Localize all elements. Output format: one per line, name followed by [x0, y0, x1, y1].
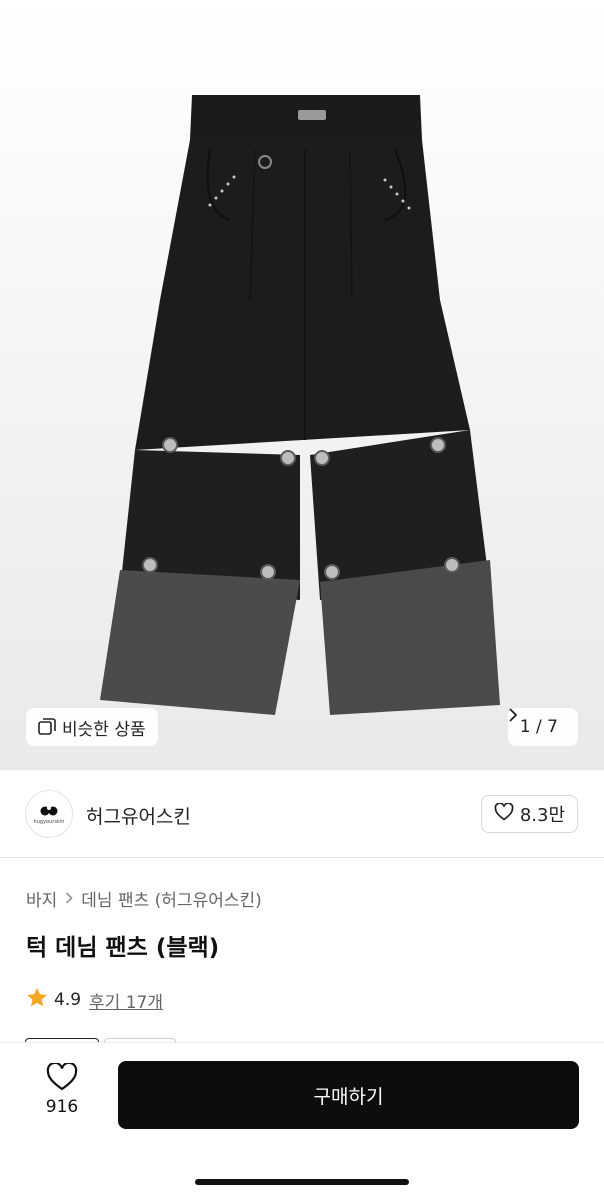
- buy-button[interactable]: 구매하기: [118, 1061, 579, 1129]
- product-image: [100, 95, 500, 715]
- wishlist-count: 916: [45, 1097, 79, 1117]
- similar-products-button[interactable]: 비슷한 상품: [26, 708, 158, 746]
- page-separator: /: [536, 717, 542, 737]
- heart-icon: [46, 1061, 78, 1095]
- reviews-link[interactable]: 후기 17개: [89, 988, 163, 1013]
- similar-icon: [38, 718, 56, 736]
- breadcrumb-category[interactable]: 바지: [26, 886, 57, 911]
- bottom-action-bar: 916 구매하기: [0, 1042, 604, 1200]
- star-icon: [26, 987, 48, 1013]
- wishlist-button[interactable]: 916: [38, 1061, 86, 1117]
- chevron-right-icon: [65, 889, 73, 909]
- brand-name-link[interactable]: 허그유어스킨: [86, 802, 191, 829]
- product-title: 턱 데님 팬츠 (블랙): [26, 935, 220, 961]
- brand-like-button[interactable]: 8.3만: [480, 795, 578, 833]
- brand-logo-mark-icon: [40, 805, 58, 815]
- breadcrumb-subcategory[interactable]: 데님 팬츠 (허그유어스킨): [81, 886, 261, 911]
- brand-logo-text: hugyourskin: [33, 818, 65, 825]
- current-page: 1: [519, 717, 531, 737]
- brand-row: hugyourskin 허그유어스킨 8.3만: [0, 770, 604, 858]
- brand-logo[interactable]: hugyourskin: [25, 790, 73, 838]
- similar-products-label: 비슷한 상품: [62, 719, 146, 740]
- rating-score: 4.9: [54, 990, 82, 1010]
- heart-icon: [494, 801, 514, 826]
- breadcrumb: 바지 데님 팬츠 (허그유어스킨): [26, 886, 262, 911]
- product-image-gallery[interactable]: 비슷한 상품 1 / 7: [0, 0, 604, 770]
- brand-like-count: 8.3만: [519, 805, 565, 826]
- home-indicator: [195, 1179, 409, 1185]
- page-indicator: 1 / 7: [520, 717, 558, 737]
- total-pages: 7: [547, 717, 558, 737]
- rating-row: 4.9 후기 17개: [26, 987, 163, 1013]
- gallery-pager-button[interactable]: 1 / 7: [507, 708, 578, 746]
